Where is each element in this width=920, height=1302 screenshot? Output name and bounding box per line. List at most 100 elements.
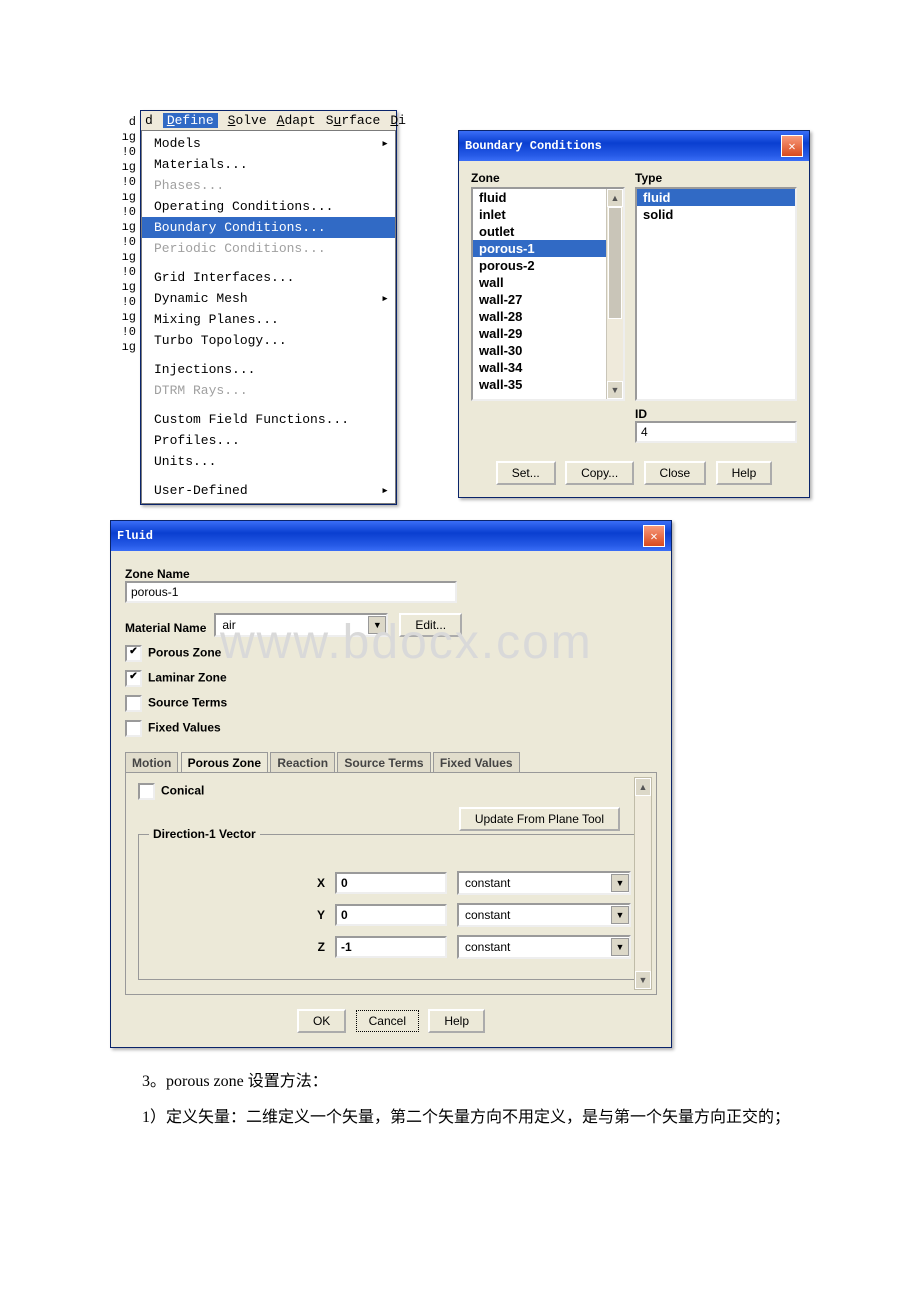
menu-custom-field[interactable]: Custom Field Functions... [142, 409, 395, 430]
tabs: Motion Porous Zone Reaction Source Terms… [125, 751, 657, 772]
tab-porous-zone[interactable]: Porous Zone [181, 752, 268, 773]
edit-button[interactable]: Edit... [399, 613, 462, 637]
chevron-down-icon[interactable]: ▼ [368, 616, 386, 634]
list-item[interactable]: wall [473, 274, 623, 291]
scroll-down-icon[interactable]: ▼ [635, 971, 651, 989]
chevron-right-icon: ▸ [381, 136, 389, 151]
menu-models[interactable]: Models▸ [142, 133, 395, 154]
direction-group: Update From Plane Tool Direction-1 Vecto… [138, 834, 644, 980]
x-field[interactable] [335, 872, 447, 894]
list-item[interactable]: wall-35 [473, 376, 623, 393]
list-item[interactable]: wall-27 [473, 291, 623, 308]
menu-dynamic-mesh[interactable]: Dynamic Mesh▸ [142, 288, 395, 309]
source-terms-checkbox[interactable]: Source Terms [125, 695, 657, 712]
menu-grid-interfaces[interactable]: Grid Interfaces... [142, 267, 395, 288]
menubar-surface[interactable]: Surface [326, 113, 381, 128]
close-icon[interactable]: ✕ [781, 135, 803, 157]
list-item[interactable]: porous-1 [473, 240, 623, 257]
paragraph: 1）定义矢量：二维定义一个矢量，第二个矢量方向不用定义，是与第一个矢量方向正交的… [110, 1104, 810, 1132]
chevron-right-icon: ▸ [381, 483, 389, 498]
menu-dtrm-rays: DTRM Rays... [142, 380, 395, 401]
menubar[interactable]: d Define Solve Adapt Surface Di [141, 111, 396, 130]
cancel-button[interactable]: Cancel [356, 1010, 419, 1032]
menubar-define[interactable]: Define [163, 113, 218, 128]
menu-operating-conditions[interactable]: Operating Conditions... [142, 196, 395, 217]
list-item[interactable]: outlet [473, 223, 623, 240]
menu-injections[interactable]: Injections... [142, 359, 395, 380]
z-type-combo[interactable]: constant ▼ [457, 935, 631, 959]
zone-name-field[interactable] [125, 581, 457, 603]
menubar-solve[interactable]: Solve [228, 113, 267, 128]
menu-profiles[interactable]: Profiles... [142, 430, 395, 451]
tab-motion[interactable]: Motion [125, 752, 178, 773]
menubar-d: d [145, 113, 153, 128]
list-item[interactable]: fluid [473, 189, 623, 206]
list-item[interactable]: fluid [637, 189, 795, 206]
close-button[interactable]: Close [644, 461, 707, 485]
scrollbar[interactable]: ▲ ▼ [606, 189, 623, 399]
tab-reaction[interactable]: Reaction [270, 752, 335, 773]
z-field[interactable] [335, 936, 447, 958]
material-name-label: Material Name [125, 621, 206, 635]
zone-listbox[interactable]: fluidinletoutletporous-1porous-2wallwall… [471, 187, 625, 401]
tab-pane: Conical Update From Plane Tool Direction… [125, 772, 657, 995]
titlebar: Fluid ✕ [111, 521, 671, 551]
menu-turbo-topology[interactable]: Turbo Topology... [142, 330, 395, 351]
tab-source-terms[interactable]: Source Terms [337, 752, 430, 773]
id-field[interactable] [635, 421, 797, 443]
gutter: dıg!0ıg!0ıg!0ıg!0ıg!0ıg!0ıg!0ıg [110, 110, 138, 520]
define-menu-window: d Define Solve Adapt Surface Di Models▸ … [140, 110, 397, 505]
pane-scrollbar[interactable]: ▲ ▼ [634, 777, 652, 990]
window-title: Fluid [117, 529, 153, 543]
list-item[interactable]: wall-30 [473, 342, 623, 359]
menu-user-defined[interactable]: User-Defined▸ [142, 480, 395, 501]
fluid-window: Fluid ✕ Zone Name Material Name air ▼ Ed… [110, 520, 672, 1048]
y-type-combo[interactable]: constant ▼ [457, 903, 631, 927]
menu-boundary-conditions[interactable]: Boundary Conditions... [142, 217, 395, 238]
menubar-display[interactable]: Di [390, 113, 406, 128]
help-button[interactable]: Help [716, 461, 773, 485]
scroll-up-icon[interactable]: ▲ [607, 189, 623, 207]
scroll-down-icon[interactable]: ▼ [607, 381, 623, 399]
scroll-thumb[interactable] [608, 207, 622, 319]
list-item[interactable]: wall-29 [473, 325, 623, 342]
type-listbox[interactable]: fluidsolid [635, 187, 797, 401]
zone-name-label: Zone Name [125, 567, 657, 581]
list-item[interactable]: wall-34 [473, 359, 623, 376]
define-dropdown: Models▸ Materials... Phases... Operating… [141, 130, 396, 504]
window-title: Boundary Conditions [465, 139, 602, 153]
list-item[interactable]: solid [637, 206, 795, 223]
scroll-up-icon[interactable]: ▲ [635, 778, 651, 796]
chevron-down-icon[interactable]: ▼ [611, 906, 629, 924]
chevron-down-icon[interactable]: ▼ [611, 938, 629, 956]
fixed-values-checkbox[interactable]: Fixed Values [125, 720, 657, 737]
x-type-combo[interactable]: constant ▼ [457, 871, 631, 895]
y-label: Y [151, 908, 325, 922]
list-item[interactable]: porous-2 [473, 257, 623, 274]
list-item[interactable]: wall-28 [473, 308, 623, 325]
list-item[interactable]: inlet [473, 206, 623, 223]
menu-units[interactable]: Units... [142, 451, 395, 472]
boundary-conditions-window: Boundary Conditions ✕ Zone fluidinletout… [458, 130, 810, 498]
set-button[interactable]: Set... [496, 461, 556, 485]
zone-label: Zone [471, 171, 625, 185]
update-from-plane-button[interactable]: Update From Plane Tool [459, 807, 620, 831]
type-label: Type [635, 171, 797, 185]
menubar-adapt[interactable]: Adapt [277, 113, 316, 128]
menu-mixing-planes[interactable]: Mixing Planes... [142, 309, 395, 330]
menu-materials[interactable]: Materials... [142, 154, 395, 175]
tab-fixed-values[interactable]: Fixed Values [433, 752, 520, 773]
copy-button[interactable]: Copy... [565, 461, 634, 485]
y-field[interactable] [335, 904, 447, 926]
chevron-down-icon[interactable]: ▼ [611, 874, 629, 892]
porous-zone-checkbox[interactable]: ✔Porous Zone [125, 645, 657, 662]
ok-button[interactable]: OK [297, 1009, 346, 1033]
material-name-combo[interactable]: air ▼ [214, 613, 388, 637]
laminar-zone-checkbox[interactable]: ✔Laminar Zone [125, 670, 657, 687]
material-name-value: air [216, 618, 368, 632]
direction1-label: Direction-1 Vector [149, 827, 260, 841]
help-button[interactable]: Help [428, 1009, 485, 1033]
conical-checkbox[interactable]: Conical [138, 783, 644, 800]
close-icon[interactable]: ✕ [643, 525, 665, 547]
id-label: ID [635, 407, 797, 421]
